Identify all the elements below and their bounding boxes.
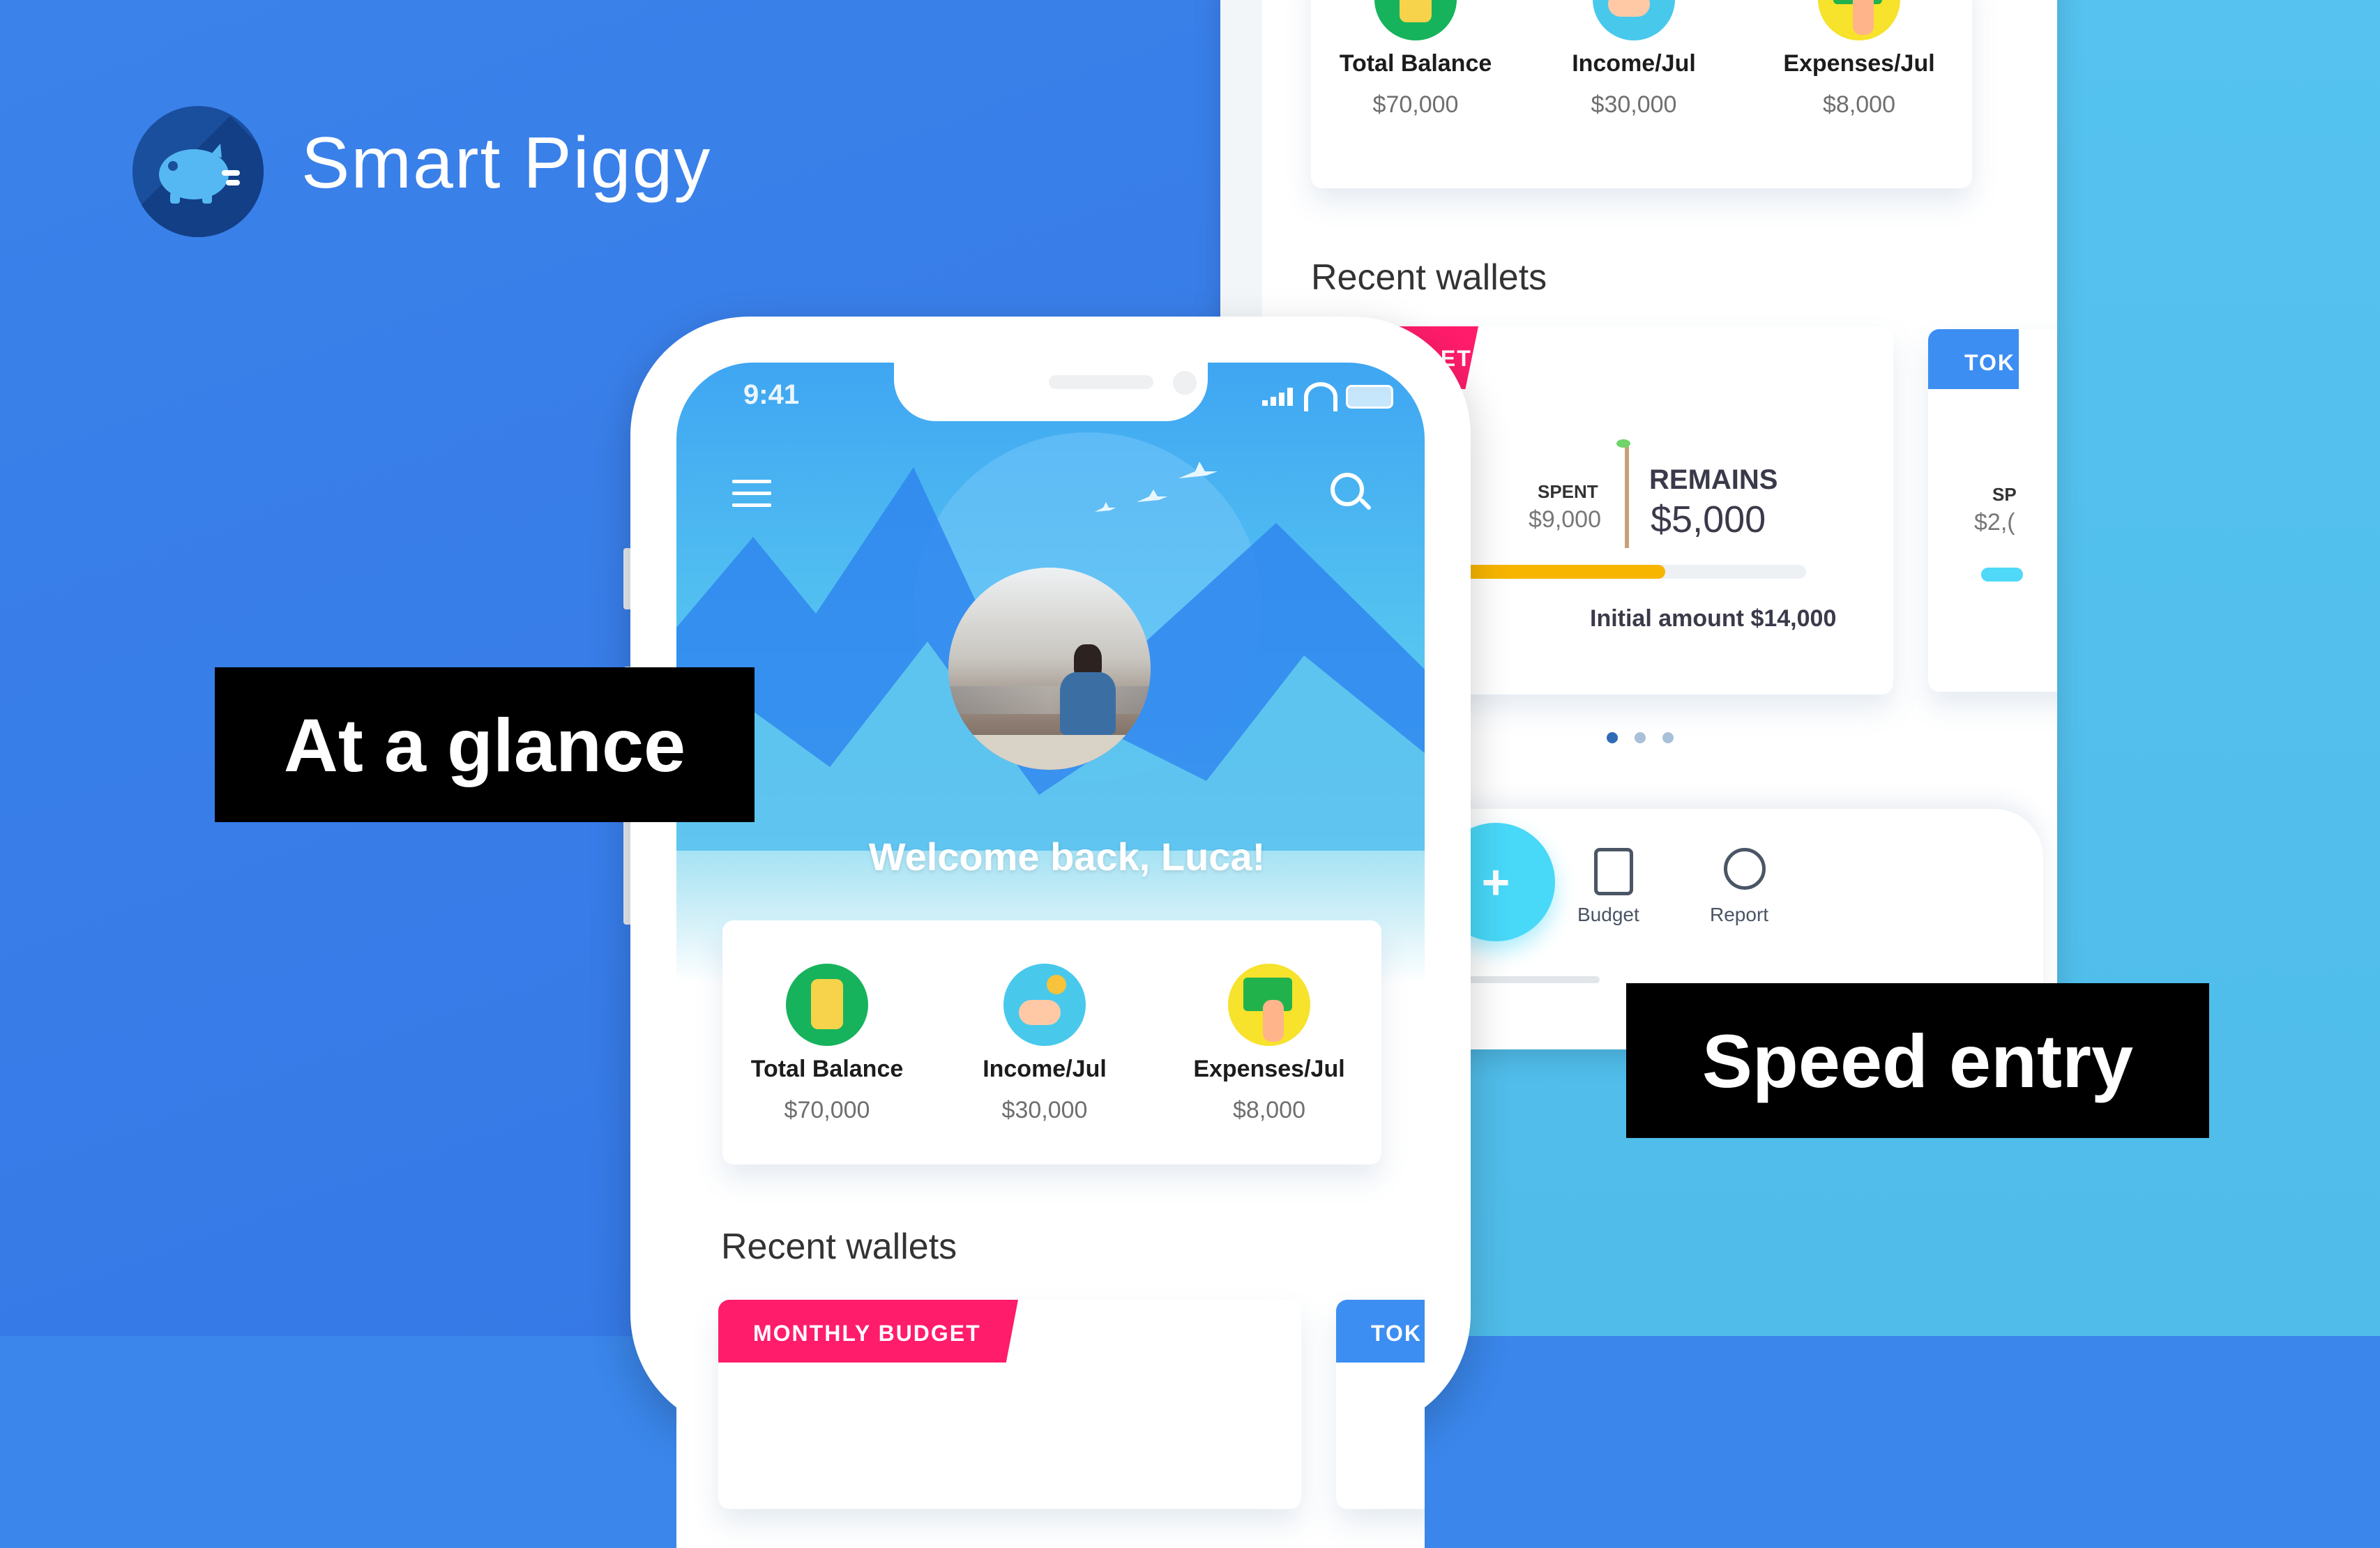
callout-at-a-glance: At a glance: [215, 667, 755, 822]
wifi-icon: [1304, 382, 1337, 411]
signal-icon: [1262, 388, 1294, 406]
menu-icon[interactable]: [732, 480, 771, 508]
phone-notch: [894, 363, 1208, 421]
search-icon[interactable]: [1331, 473, 1372, 515]
expenses-cash-icon: [1228, 964, 1310, 1046]
front-wallet-card[interactable]: MONTHLY BUDGET: [718, 1300, 1301, 1509]
front-phone-screen: 9:41 Welcome back, Luca! Total Balance $…: [676, 363, 1425, 1548]
sapling-icon: [1625, 445, 1629, 548]
calculator-icon: [1594, 848, 1633, 895]
pager-dot-active[interactable]: [1607, 732, 1618, 743]
wallet-progress-track: [1416, 565, 1806, 579]
income-hand-icon: [1593, 0, 1675, 40]
pie-chart-icon: [1724, 848, 1766, 890]
front-recent-title: Recent wallets: [721, 1227, 957, 1267]
front-phone: 9:41 Welcome back, Luca! Total Balance $…: [630, 317, 1471, 1548]
avatar[interactable]: [948, 568, 1151, 770]
front-wallet-card-2[interactable]: TOK: [1336, 1300, 1425, 1509]
back-recent-title: Recent wallets: [1311, 257, 1547, 298]
back-stat-expenses[interactable]: Expenses/Jul $8,000: [1775, 0, 1943, 119]
back-wallet-card-2[interactable]: TOK SP $2,(: [1928, 329, 2057, 692]
back-stats-card: Total Balance $70,000 Income/Jul $30,000…: [1311, 0, 1972, 188]
income-hand-icon: [1003, 964, 1086, 1046]
back-stat-income[interactable]: Income/Jul $30,000: [1557, 0, 1711, 119]
status-time: 9:41: [743, 379, 800, 410]
front-stat-total[interactable]: Total Balance $70,000: [750, 964, 904, 1124]
welcome-text: Welcome back, Luca!: [868, 835, 1266, 879]
front-stat-expenses[interactable]: Expenses/Jul $8,000: [1185, 964, 1353, 1124]
pager-dot[interactable]: [1662, 732, 1674, 743]
callout-speed-entry: Speed entry: [1626, 983, 2209, 1138]
pager-dot[interactable]: [1635, 732, 1646, 743]
front-stats-card: Total Balance $70,000 Income/Jul $30,000…: [722, 920, 1381, 1164]
nav-budget-label[interactable]: Budget: [1577, 904, 1639, 926]
battery-icon: [1346, 385, 1393, 409]
expenses-cash-icon: [1818, 0, 1900, 40]
money-jar-icon: [1374, 0, 1457, 40]
money-jar-icon: [786, 964, 868, 1046]
front-stat-income[interactable]: Income/Jul $30,000: [968, 964, 1121, 1124]
piggy-logo-icon: [132, 106, 264, 237]
nav-report-label[interactable]: Report: [1710, 904, 1768, 926]
back-stat-total[interactable]: Total Balance $70,000: [1339, 0, 1492, 119]
brand-name: Smart Piggy: [301, 123, 712, 204]
plus-icon: +: [1481, 855, 1510, 909]
